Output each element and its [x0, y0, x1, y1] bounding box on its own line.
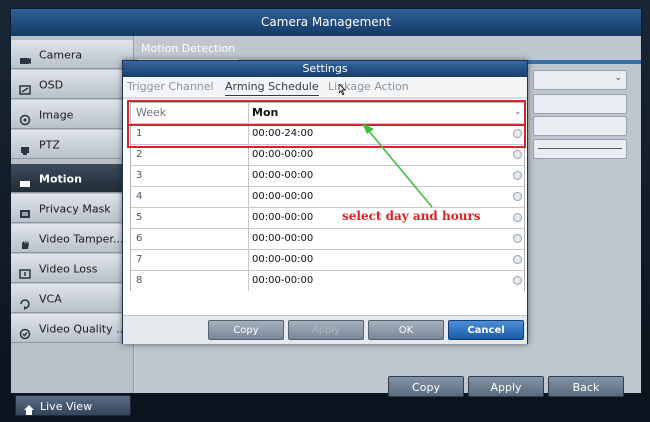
clock-icon[interactable] — [513, 276, 522, 285]
ptz-icon — [19, 138, 31, 155]
sidebar-item-video-loss[interactable]: Video Loss — [11, 254, 133, 283]
sidebar-item-video-quality[interactable]: Video Quality ... — [11, 314, 133, 343]
ok-button[interactable]: OK — [368, 320, 444, 340]
privacy-mask-icon — [19, 202, 31, 218]
sidebar-item-image[interactable]: Image — [11, 100, 133, 129]
clock-icon[interactable] — [513, 192, 522, 201]
sidebar-item-label: VCA — [39, 292, 62, 306]
period-index: 3 — [131, 166, 249, 186]
vca-icon — [19, 292, 31, 310]
dialog-apply-button[interactable]: Apply — [288, 320, 364, 340]
background-field[interactable] — [533, 116, 627, 136]
tab-divider — [123, 97, 527, 99]
period-time[interactable]: 00:00-00:00 — [252, 166, 500, 186]
period-index: 2 — [131, 145, 249, 165]
period-time[interactable]: 00:00-00:00 — [252, 145, 500, 165]
table-row[interactable]: 6 00:00-00:00 — [131, 229, 524, 250]
table-row[interactable]: 2 00:00-00:00 — [131, 145, 524, 166]
sidebar-item-label: PTZ — [39, 138, 60, 152]
period-index: 7 — [131, 250, 249, 270]
mouse-cursor-icon — [339, 84, 346, 95]
clock-icon[interactable] — [513, 255, 522, 264]
video-quality-icon — [19, 322, 31, 340]
sidebar-item-privacy-mask[interactable]: Privacy Mask — [11, 194, 133, 223]
sidebar-item-ptz[interactable]: PTZ — [11, 130, 133, 159]
sidebar-item-camera[interactable]: Camera — [11, 40, 133, 69]
period-time[interactable]: 00:00-00:00 — [252, 250, 500, 270]
motion-icon — [19, 172, 31, 187]
camera-icon — [19, 48, 31, 64]
background-field[interactable] — [533, 94, 627, 114]
sidebar-item-label: Video Tamper... — [39, 232, 124, 246]
sidebar-item-label: Video Loss — [39, 262, 98, 276]
period-index: 5 — [131, 208, 249, 228]
clock-icon[interactable] — [513, 171, 522, 180]
dialog-copy-button[interactable]: Copy — [208, 320, 284, 340]
tab-motion-detection[interactable]: Motion Detection — [137, 39, 240, 60]
clock-icon[interactable] — [513, 234, 522, 243]
dialog-tabs: Trigger Channel Arming Schedule Linkage … — [123, 77, 527, 97]
table-row[interactable]: 8 00:00-00:00 — [131, 271, 524, 292]
clock-icon[interactable] — [513, 213, 522, 222]
period-index: 6 — [131, 229, 249, 249]
sidebar-item-motion[interactable]: Motion — [11, 164, 133, 193]
table-row[interactable]: 4 00:00-00:00 — [131, 187, 524, 208]
period-time[interactable]: 00:00-00:00 — [252, 187, 500, 207]
image-icon — [19, 108, 31, 126]
dialog-title: Settings — [123, 61, 527, 77]
period-time[interactable]: 00:00-00:00 — [252, 271, 500, 291]
live-view-button[interactable]: Live View — [15, 395, 131, 416]
apply-button[interactable]: Apply — [468, 376, 544, 397]
sidebar-item-label: Camera — [39, 48, 83, 62]
slider-track[interactable] — [538, 148, 622, 149]
cancel-button[interactable]: Cancel — [448, 320, 524, 340]
osd-icon — [19, 78, 31, 95]
period-time[interactable]: 00:00-00:00 — [252, 229, 500, 249]
sidebar-item-vca[interactable]: VCA — [11, 284, 133, 313]
back-button[interactable]: Back — [548, 376, 624, 397]
sidebar-item-label: Image — [39, 108, 74, 122]
live-view-label: Live View — [40, 400, 93, 413]
sidebar-item-label: OSD — [39, 78, 64, 92]
background-slider-box[interactable] — [533, 139, 627, 159]
period-index: 4 — [131, 187, 249, 207]
video-tamper-icon — [19, 232, 31, 249]
tab-trigger-channel[interactable]: Trigger Channel — [127, 79, 214, 95]
video-loss-icon — [19, 262, 31, 279]
week-highlight-box — [127, 100, 526, 126]
sidebar-item-osd[interactable]: OSD — [11, 70, 133, 99]
sidebar: Camera OSD Image PTZ Motion Privacy Mask… — [11, 36, 134, 416]
window-title: Camera Management — [11, 9, 641, 36]
sidebar-item-video-tamper[interactable]: Video Tamper... — [11, 224, 133, 253]
table-row[interactable]: 7 00:00-00:00 — [131, 250, 524, 271]
clock-icon[interactable] — [513, 150, 522, 159]
annotation-text: select day and hours — [342, 209, 481, 223]
tab-arming-schedule[interactable]: Arming Schedule — [225, 79, 319, 96]
copy-button[interactable]: Copy — [388, 376, 464, 397]
period-index: 8 — [131, 271, 249, 291]
sidebar-item-label: Privacy Mask — [39, 202, 111, 216]
table-row[interactable]: 3 00:00-00:00 — [131, 166, 524, 187]
period-highlight-box — [127, 124, 526, 148]
background-dropdown[interactable]: ⌄ — [533, 70, 627, 90]
sidebar-item-label: Video Quality ... — [39, 322, 127, 336]
home-icon — [24, 401, 34, 415]
dialog-footer: Copy Apply OK Cancel — [123, 315, 527, 344]
sidebar-item-label: Motion — [39, 172, 82, 186]
chevron-down-icon: ⌄ — [614, 73, 622, 83]
